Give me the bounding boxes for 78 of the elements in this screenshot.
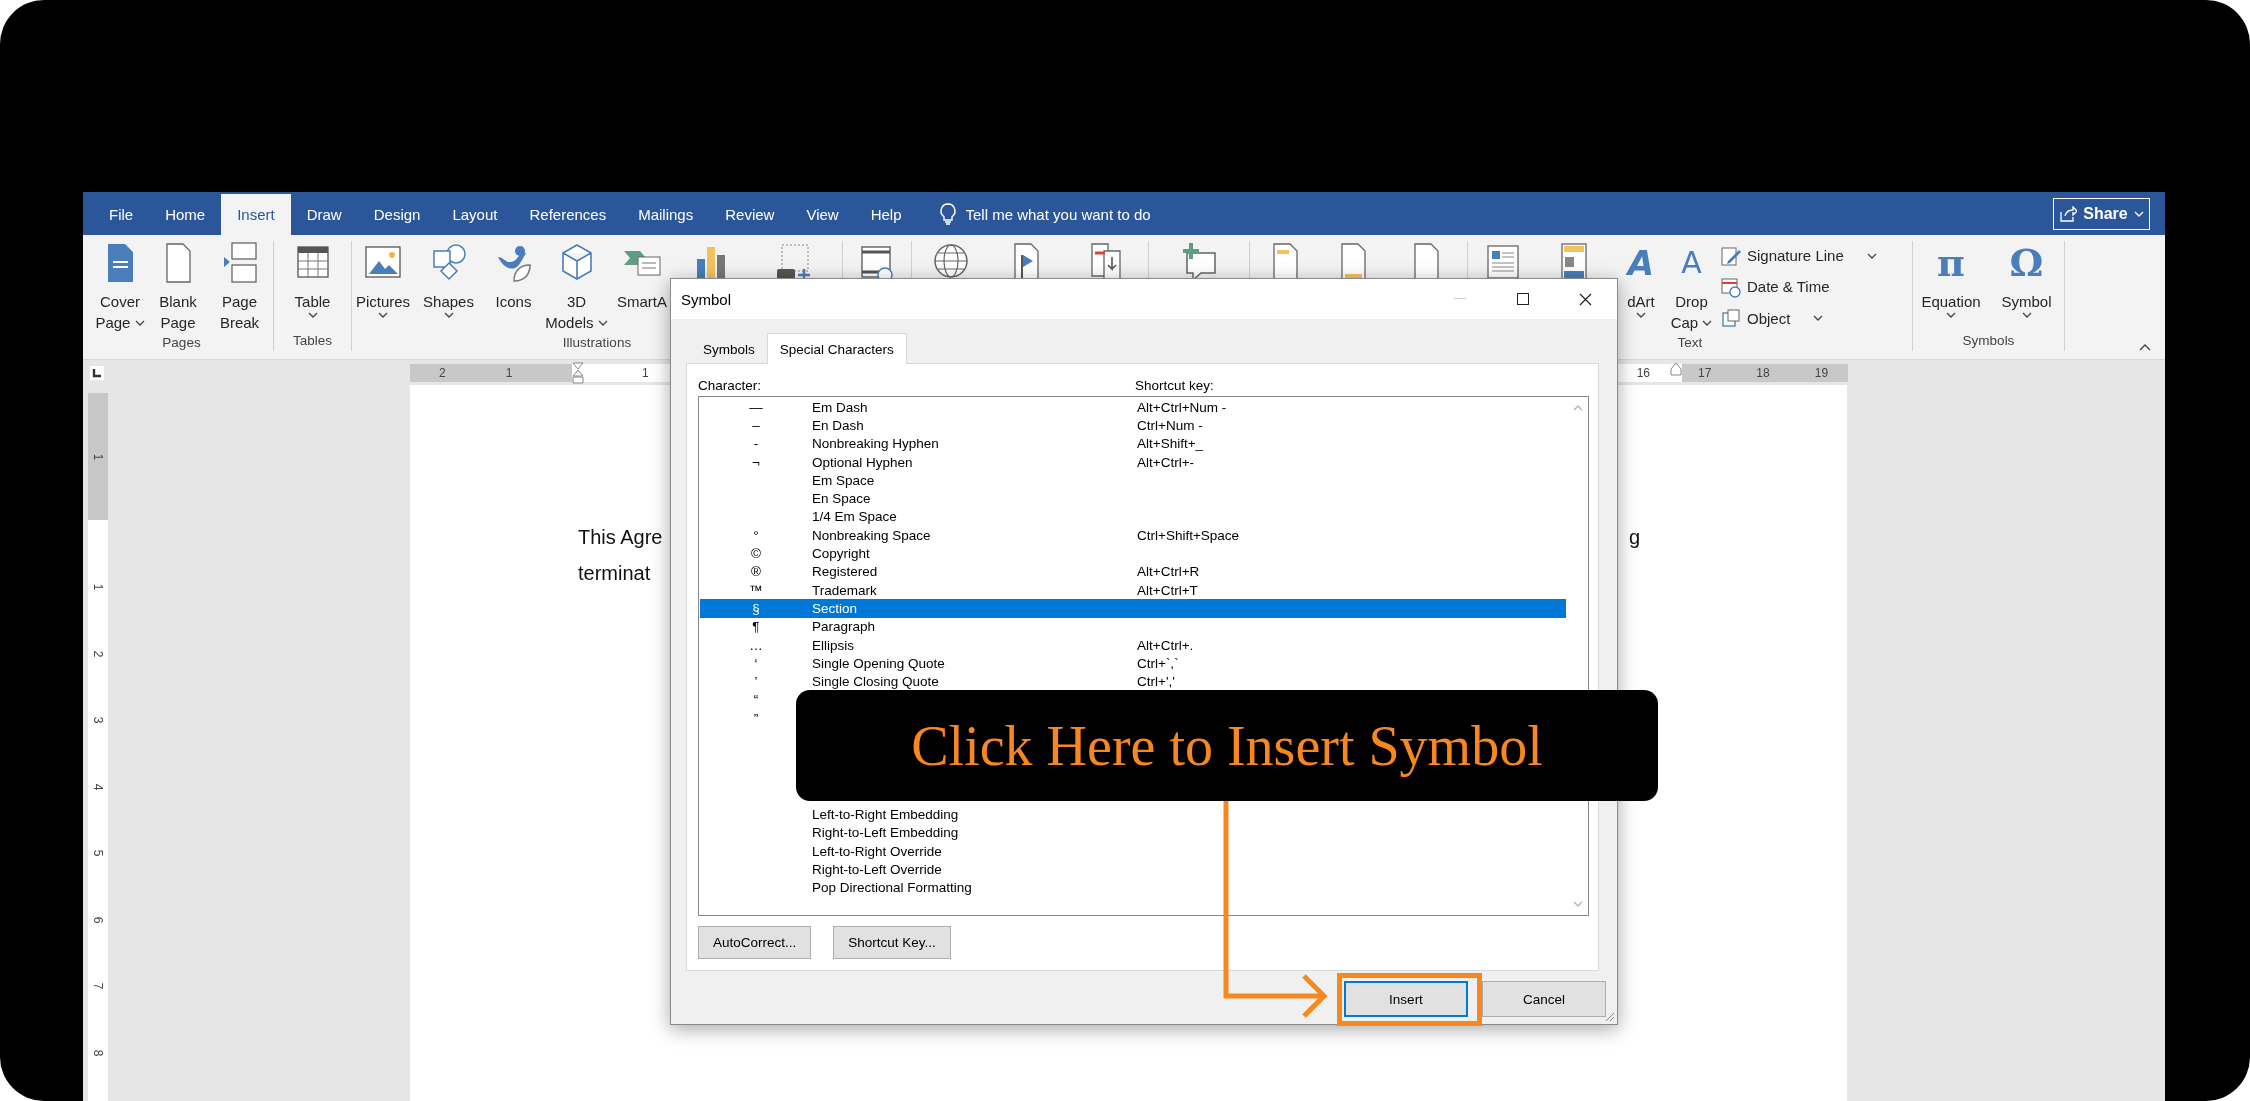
group-label: Text <box>1677 335 1703 350</box>
character-cell: ’ <box>754 674 758 690</box>
name-cell: Paragraph <box>812 619 876 635</box>
document-text: terminat <box>578 561 651 586</box>
pi-icon: π <box>1937 241 1965 285</box>
group-label: Illustrations <box>562 335 632 350</box>
ruler-number: 1 <box>642 365 649 380</box>
name-cell: Optional Hyphen <box>812 454 913 470</box>
character-cell: “ <box>753 692 759 708</box>
name-cell: Copyright <box>812 546 870 561</box>
name-cell: Em Dash <box>812 399 868 415</box>
character-cell: ® <box>751 564 761 580</box>
character-cell: © <box>751 546 761 561</box>
character-cell: ‘ <box>754 655 758 671</box>
ruler-number: 18 <box>1756 365 1770 380</box>
name-cell: Left-to-Right Override <box>812 843 942 859</box>
ruler-number: 8 <box>91 1049 105 1057</box>
ruler-number: 4 <box>91 783 105 791</box>
name-cell: Trademark <box>812 582 877 598</box>
ruler-number: 1 <box>505 365 513 380</box>
name-cell: Nonbreaking Space <box>812 527 931 543</box>
letter-a-icon: A <box>1681 241 1702 285</box>
name-cell: Single Closing Quote <box>812 674 939 690</box>
character-cell: ¶ <box>752 619 760 635</box>
character-cell: — <box>749 399 763 415</box>
name-cell: Right-to-Left Embedding <box>812 825 959 841</box>
shortcut-cell: Alt+Ctrl+- <box>1137 454 1194 470</box>
dialog-title: Symbol <box>680 290 732 308</box>
ruler-number: 7 <box>91 982 105 990</box>
character-cell: – <box>752 417 760 433</box>
group-label: Symbols <box>1962 333 2015 348</box>
name-cell: En Dash <box>812 417 864 433</box>
name-cell: Ellipsis <box>812 637 854 653</box>
ruler-number: 2 <box>91 650 105 658</box>
ruler-number: 6 <box>91 916 105 924</box>
name-cell: Nonbreaking Hyphen <box>812 436 939 452</box>
ruler-number: 1 <box>91 453 105 460</box>
ruler-number: 2 <box>439 365 446 380</box>
shortcut-cell: Alt+Ctrl+R <box>1137 564 1200 580</box>
shortcut-cell: Ctrl+Shift+Space <box>1137 527 1240 543</box>
ruler-number: 16 <box>1636 365 1650 380</box>
character-cell: ™ <box>749 582 763 598</box>
shortcut-cell: Ctrl+',' <box>1137 674 1175 690</box>
shortcut-cell: Alt+Ctrl+T <box>1137 582 1198 598</box>
character-cell: … <box>749 637 763 653</box>
shortcut-cell: Ctrl+Num - <box>1137 417 1203 433</box>
shortcut-cell: Alt+Ctrl+Num - <box>1137 399 1227 415</box>
letter-a-icon: A <box>1627 241 1655 285</box>
ruler-number: 3 <box>91 716 105 724</box>
name-cell: 1/4 Em Space <box>812 509 897 525</box>
name-cell: Single Opening Quote <box>812 655 945 671</box>
document-text: g <box>1628 525 1640 550</box>
shortcut-cell: Alt+Ctrl+. <box>1137 637 1194 653</box>
name-cell: Section <box>812 600 858 616</box>
name-cell: Right-to-Left Override <box>812 861 942 877</box>
name-cell: Registered <box>812 564 878 580</box>
character-cell: § <box>752 600 760 616</box>
name-cell: Left-to-Right Embedding <box>812 807 959 822</box>
character-cell: ” <box>753 710 759 726</box>
character-cell: ¬ <box>752 454 760 470</box>
name-cell: Pop Directional Formatting <box>812 880 972 896</box>
character-cell: - <box>753 436 759 452</box>
character-cell: ° <box>753 527 759 543</box>
column-header: Character: <box>698 377 763 393</box>
group-label: Pages <box>162 335 201 350</box>
shortcut-cell: Alt+Shift+_ <box>1137 436 1204 452</box>
ruler-number: 19 <box>1814 365 1829 380</box>
name-cell: En Space <box>812 491 871 507</box>
omega-icon: Ω <box>2009 241 2044 285</box>
ruler-number: 5 <box>91 849 105 857</box>
name-cell: Em Space <box>812 472 875 488</box>
column-header: Shortcut key: <box>1135 377 1215 393</box>
ruler-number: 17 <box>1698 365 1712 380</box>
shortcut-cell: Ctrl+`,` <box>1137 655 1179 671</box>
group-label: Tables <box>293 333 332 348</box>
document-text: This Agre <box>578 525 663 550</box>
callout-tooltip: Click Here to Insert Symbol <box>796 690 1658 801</box>
ruler-number: 1 <box>91 583 105 591</box>
